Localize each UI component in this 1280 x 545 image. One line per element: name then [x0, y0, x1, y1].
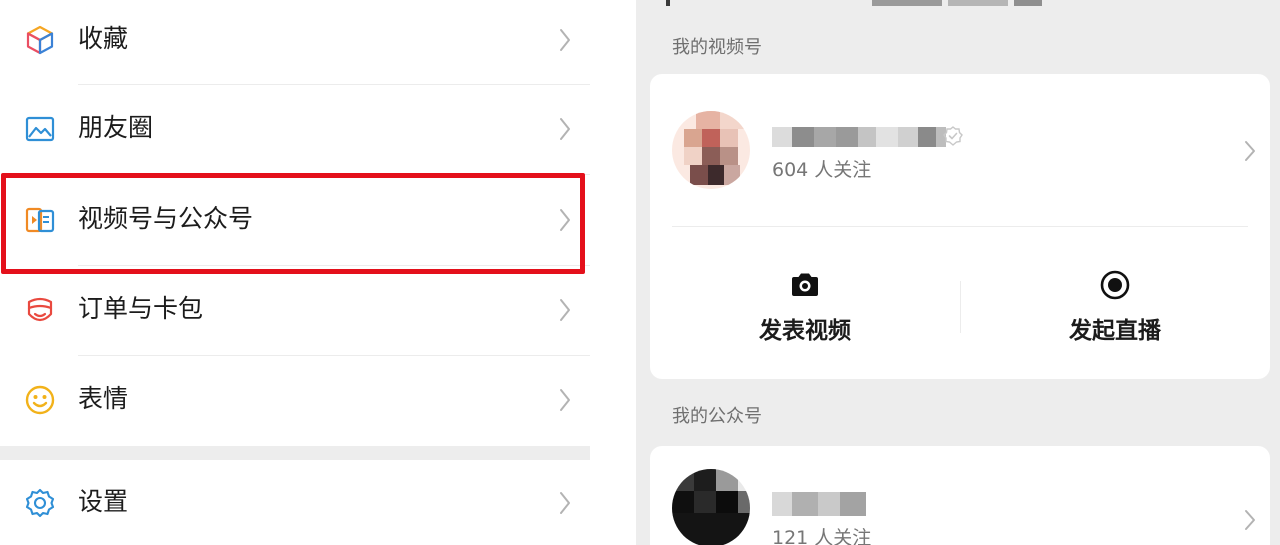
menu-item-label: 朋友圈 [78, 113, 154, 142]
card-divider [672, 226, 1248, 227]
channels-section-title: 我的视频号 [672, 37, 762, 58]
avatar [672, 111, 750, 189]
chevron-right-icon [560, 118, 570, 140]
chevron-right-icon [560, 299, 570, 321]
official-account-row[interactable]: 121 人关注 [650, 446, 1270, 545]
me-menu-panel: 收藏 朋友圈 视频号与公众号 订单与卡包 表情 设置 [0, 0, 590, 545]
start-live-button[interactable]: 发起直播 [960, 229, 1270, 379]
live-record-icon [1100, 270, 1130, 300]
menu-item-orders[interactable]: 订单与卡包 [0, 267, 590, 357]
menu-item-label: 表情 [78, 384, 129, 413]
stickers-smile-icon [25, 385, 55, 415]
post-video-label: 发表视频 [759, 318, 851, 344]
menu-item-favorites[interactable]: 收藏 [0, 0, 590, 87]
verified-badge-icon [943, 126, 963, 146]
avatar [672, 469, 750, 545]
chevron-right-icon [560, 389, 570, 411]
chevron-right-icon [560, 492, 570, 514]
channels-page-panel: 我的视频号 604 人关注 发表视频 发起直播 我的公众号 121 人关注 [636, 0, 1280, 545]
followers-count: 121 人关注 [772, 527, 872, 545]
chevron-right-icon [1245, 510, 1255, 530]
menu-item-moments[interactable]: 朋友圈 [0, 86, 590, 176]
orders-bag-icon [27, 297, 53, 322]
start-live-label: 发起直播 [1069, 318, 1161, 344]
post-video-button[interactable]: 发表视频 [650, 229, 960, 379]
account-name-blurred [772, 492, 866, 516]
account-name-blurred [772, 127, 946, 147]
menu-item-label: 设置 [78, 487, 129, 516]
settings-gear-icon [25, 488, 55, 518]
menu-item-label: 订单与卡包 [78, 294, 204, 323]
divider [78, 84, 590, 85]
channels-account-row[interactable]: 604 人关注 [650, 74, 1270, 226]
followers-count: 604 人关注 [772, 159, 872, 181]
divider [78, 355, 590, 356]
cropped-title-remnant [666, 0, 1042, 6]
highlight-box [1, 173, 585, 274]
channels-card: 604 人关注 发表视频 发起直播 [650, 74, 1270, 379]
camera-icon [792, 273, 818, 296]
menu-item-stickers[interactable]: 表情 [0, 357, 590, 447]
chevron-right-icon [560, 29, 570, 51]
menu-item-settings[interactable]: 设置 [0, 460, 590, 545]
section-gap [0, 446, 590, 460]
official-accounts-card: 121 人关注 [650, 446, 1270, 545]
chevron-right-icon [1245, 141, 1255, 161]
moments-picture-icon [25, 116, 55, 142]
menu-item-label: 收藏 [78, 24, 129, 53]
favorites-cube-icon [26, 25, 54, 55]
official-section-title: 我的公众号 [672, 406, 762, 427]
